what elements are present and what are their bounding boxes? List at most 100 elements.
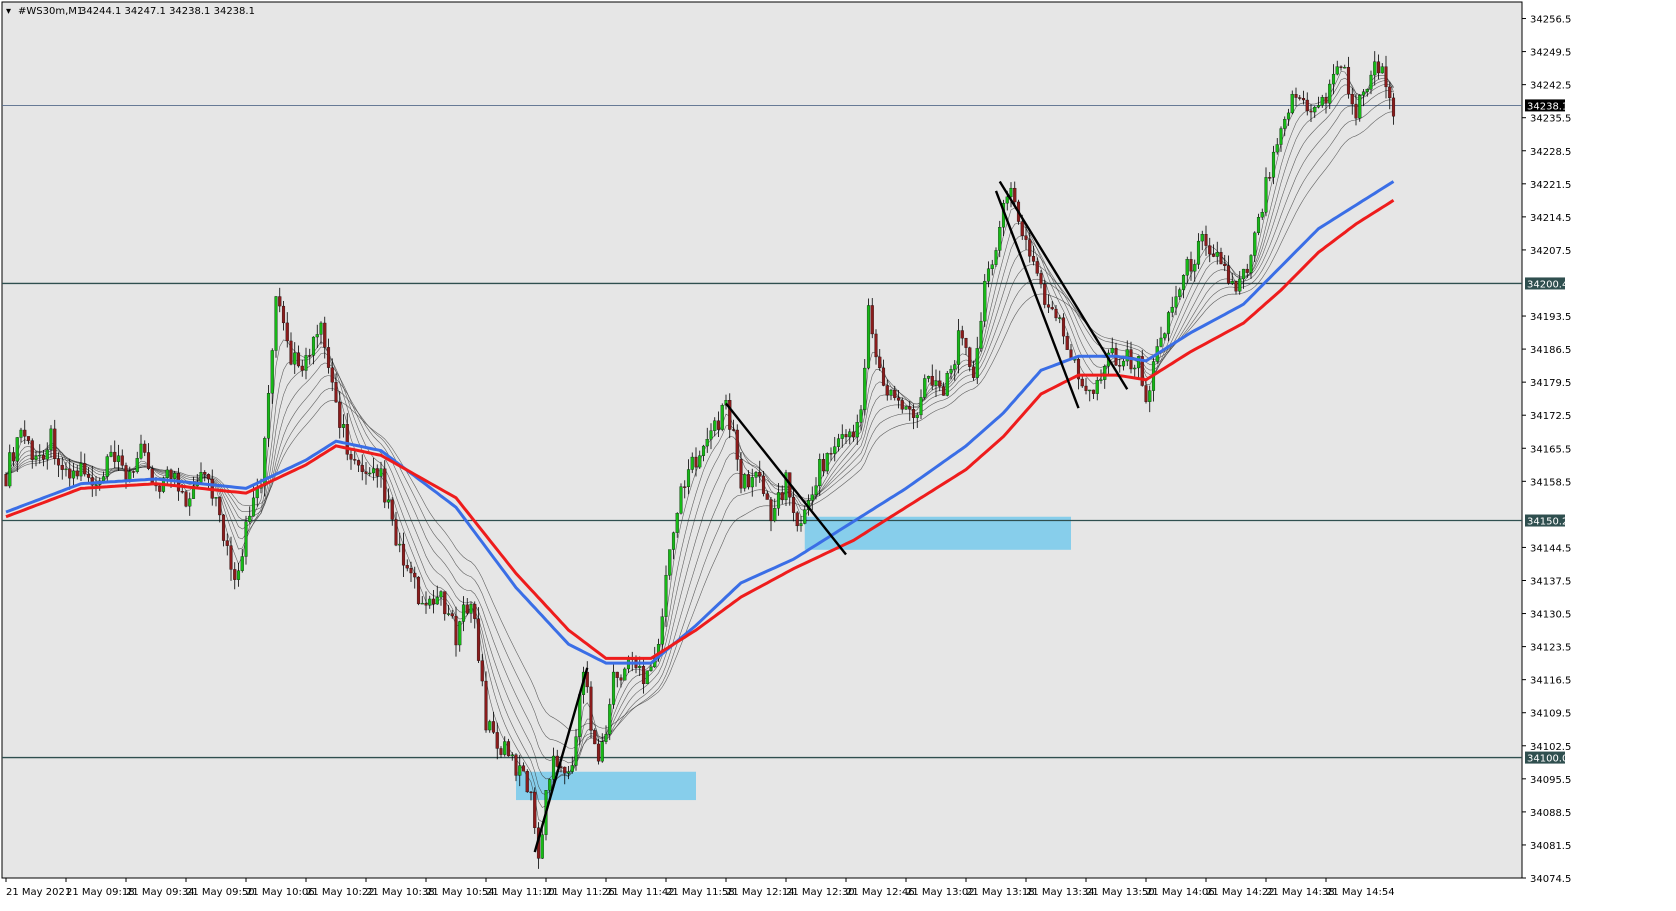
candle-body bbox=[683, 486, 687, 488]
candle-body bbox=[120, 455, 124, 466]
candle-body bbox=[780, 492, 784, 501]
candle-body bbox=[1065, 335, 1069, 350]
candle-body bbox=[1275, 144, 1279, 153]
candle-body bbox=[180, 491, 184, 493]
y-tick-label: 34214.5 bbox=[1530, 213, 1571, 224]
candle-body bbox=[686, 469, 691, 488]
candle-body bbox=[1193, 264, 1197, 272]
candle-body bbox=[405, 565, 409, 569]
candle-body bbox=[356, 460, 361, 466]
candle bbox=[945, 370, 949, 397]
y-tick-label: 34095.5 bbox=[1530, 775, 1571, 786]
candle bbox=[274, 295, 278, 358]
x-tick-label: 21 May 10:22 bbox=[306, 887, 375, 898]
candle-body bbox=[495, 732, 499, 749]
candle-body bbox=[840, 434, 844, 439]
candle-body bbox=[139, 443, 143, 459]
candle-body bbox=[814, 485, 818, 495]
candle-body bbox=[86, 473, 91, 478]
candle-body bbox=[274, 296, 278, 351]
candle-body bbox=[11, 452, 16, 462]
candle-body bbox=[281, 305, 286, 324]
candle-body bbox=[641, 665, 646, 685]
y-tick-label: 34186.5 bbox=[1530, 345, 1571, 356]
candle-body bbox=[1346, 66, 1351, 95]
y-tick-label: 34081.5 bbox=[1530, 841, 1571, 852]
candle-body bbox=[1328, 83, 1332, 104]
candle bbox=[184, 490, 188, 508]
candle-body bbox=[1253, 232, 1257, 256]
candle-body bbox=[754, 472, 758, 478]
candle-body bbox=[1204, 234, 1208, 246]
candle-body bbox=[529, 791, 533, 794]
plot-area[interactable] bbox=[1, 1, 1523, 879]
candle-body bbox=[911, 409, 916, 418]
candle-body bbox=[323, 322, 327, 348]
candle-body bbox=[731, 429, 736, 431]
candle bbox=[825, 452, 829, 475]
candle-body bbox=[458, 621, 462, 646]
candle-body bbox=[555, 755, 559, 767]
candle-body bbox=[1380, 66, 1384, 74]
candle-body bbox=[169, 469, 173, 479]
candle-body bbox=[649, 666, 653, 671]
candle-body bbox=[863, 367, 867, 410]
candle-body bbox=[30, 440, 34, 460]
candle-body bbox=[1384, 66, 1388, 88]
candle-body bbox=[1170, 306, 1174, 313]
candle-body bbox=[248, 515, 252, 522]
candle-body bbox=[1256, 216, 1261, 234]
x-tick-label: 21 May 09:50 bbox=[186, 887, 255, 898]
x-tick-label: 21 May 10:38 bbox=[366, 887, 435, 898]
candle-body bbox=[1174, 296, 1178, 308]
candle-body bbox=[1324, 97, 1328, 104]
candle-body bbox=[1050, 307, 1054, 310]
candle-body bbox=[1196, 240, 1201, 265]
candle bbox=[533, 787, 537, 834]
candle-body bbox=[1208, 245, 1212, 255]
candle-body bbox=[113, 451, 117, 462]
candle-body bbox=[1148, 390, 1152, 402]
candle-body bbox=[1095, 380, 1099, 394]
candle-body bbox=[690, 456, 694, 470]
candle-body bbox=[540, 834, 544, 859]
x-tick-label: 21 May 10:54 bbox=[426, 887, 495, 898]
candle-body bbox=[19, 429, 23, 438]
candle-body bbox=[1279, 128, 1283, 145]
price-chart[interactable]: 34256.5 34249.5 34242.5 34235.5 34228.5 34221… bbox=[0, 0, 1676, 907]
candle-body bbox=[199, 472, 203, 483]
candle-body bbox=[506, 741, 511, 757]
candle-body bbox=[810, 494, 814, 501]
candle-body bbox=[296, 352, 301, 367]
candle-body bbox=[844, 434, 848, 438]
candle-body bbox=[308, 355, 312, 357]
candle-body bbox=[409, 568, 413, 574]
candle-body bbox=[34, 455, 38, 460]
candle bbox=[983, 274, 987, 328]
candle-body bbox=[953, 364, 957, 370]
candle-body bbox=[619, 677, 623, 681]
candle-body bbox=[443, 591, 447, 615]
candle-body bbox=[251, 497, 256, 517]
candle-body bbox=[1088, 389, 1092, 392]
candle-body bbox=[765, 493, 769, 500]
candle-body bbox=[1200, 234, 1204, 242]
candle-body bbox=[143, 443, 147, 453]
candle-body bbox=[1241, 268, 1246, 280]
candle-body bbox=[930, 375, 934, 386]
candle-body bbox=[341, 424, 346, 428]
candle-body bbox=[829, 453, 833, 455]
candle-body bbox=[1249, 255, 1253, 273]
candle-body bbox=[739, 459, 743, 489]
candle-body bbox=[64, 468, 68, 471]
price-axis-tag: 34150.2 bbox=[1527, 517, 1568, 528]
candle-body bbox=[326, 347, 331, 368]
candle-body bbox=[424, 602, 428, 606]
candle-body bbox=[1181, 274, 1186, 290]
symbol-dropdown-icon[interactable]: ▾ bbox=[6, 6, 11, 17]
y-tick-label: 34256.5 bbox=[1530, 15, 1571, 26]
candle-body bbox=[4, 474, 8, 487]
candle-body bbox=[1268, 177, 1272, 179]
candle-body bbox=[566, 771, 571, 774]
candle-body bbox=[435, 597, 439, 605]
